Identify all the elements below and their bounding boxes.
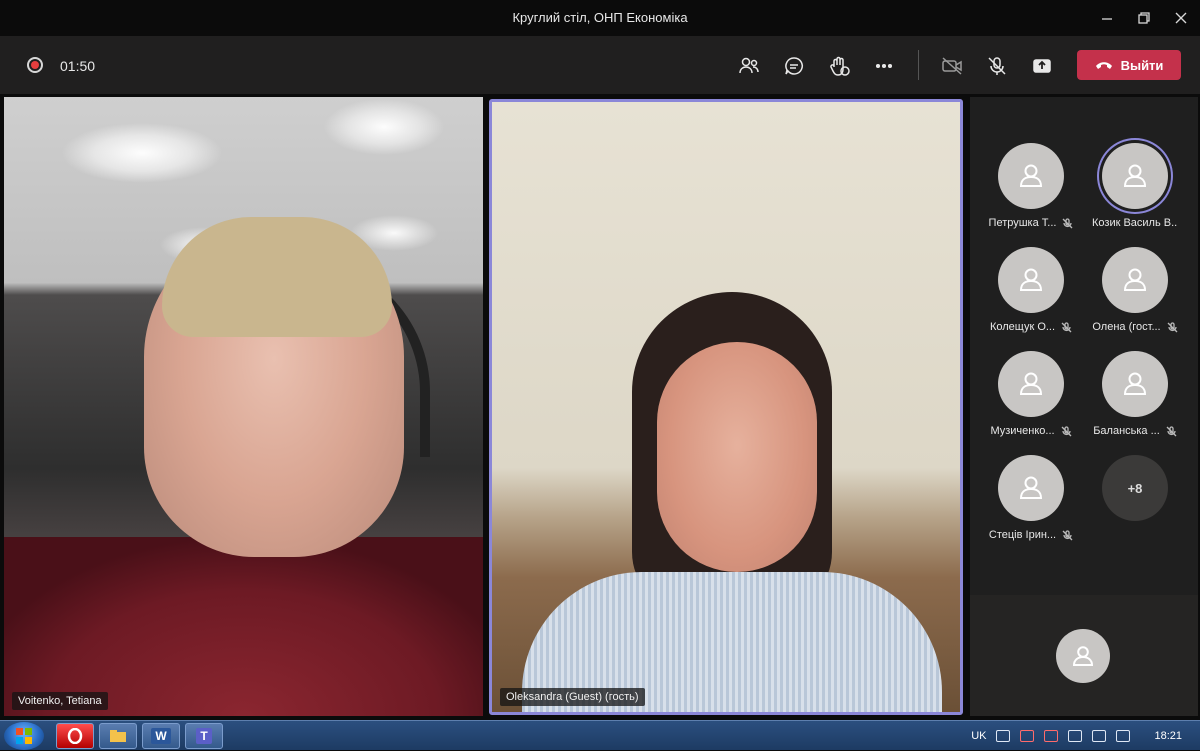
leave-button[interactable]: Выйти [1077, 50, 1181, 80]
person-icon [1019, 476, 1043, 499]
video-tile-oleksandra[interactable]: Oleksandra (Guest) (гость) [489, 99, 963, 715]
close-icon[interactable] [1168, 6, 1194, 30]
raise-hand-icon[interactable] [826, 52, 854, 80]
avatar [1102, 247, 1168, 313]
window-titlebar: Круглий стіл, ОНП Економіка [0, 0, 1200, 36]
avatar [1102, 143, 1168, 209]
camera-off-icon[interactable] [938, 52, 966, 80]
video-name-tag: Voitenko, Tetiana [12, 692, 108, 710]
start-button[interactable] [4, 722, 44, 750]
battery-icon[interactable] [1092, 730, 1107, 742]
participant-name: Колещук О... [989, 321, 1056, 333]
person-icon [1019, 164, 1043, 187]
opera-icon[interactable] [56, 723, 94, 749]
participant-tile[interactable]: Баланська ... [1083, 351, 1187, 437]
participants-icon[interactable] [735, 52, 763, 80]
avatar [1102, 351, 1168, 417]
mic-off-icon [1166, 425, 1177, 436]
participant-name: Музиченко... [990, 425, 1055, 437]
recording-icon [27, 57, 43, 73]
video-tile-voitenko[interactable]: Voitenko, Tetiana [4, 97, 483, 716]
participant-name: Олена (гост... [1092, 321, 1161, 333]
person-icon [1123, 268, 1147, 291]
teams-icon[interactable]: T [185, 723, 223, 749]
person-icon [1123, 164, 1147, 187]
meeting-toolbar: 01:50 Выйти [0, 36, 1200, 94]
more-participants-button[interactable]: +8 [1083, 455, 1187, 521]
video-figure [4, 537, 483, 716]
participant-tile[interactable]: Олена (гост... [1083, 247, 1187, 333]
self-view[interactable] [970, 595, 1198, 716]
avatar [998, 143, 1064, 209]
video-stage: Voitenko, Tetiana Oleksandra (Guest) (го… [0, 94, 1200, 720]
mic-off-icon [1167, 321, 1178, 332]
participant-tile[interactable]: Петрушка Т... [979, 143, 1083, 229]
person-icon [1019, 268, 1043, 291]
chat-icon[interactable] [780, 52, 808, 80]
video-name-tag: Oleksandra (Guest) (гость) [500, 688, 645, 706]
video-figure [657, 342, 817, 572]
participant-tile[interactable]: Стецiв Iрин... [979, 455, 1083, 541]
person-icon [1019, 372, 1043, 395]
mic-off-icon[interactable] [983, 52, 1011, 80]
participant-name: Стецiв Iрин... [988, 529, 1057, 541]
word-icon[interactable]: W [142, 723, 180, 749]
avatar [998, 351, 1064, 417]
network-icon[interactable] [1044, 730, 1059, 742]
mic-off-icon [1062, 217, 1073, 228]
signal-icon[interactable] [1068, 730, 1083, 742]
participant-name: Петрушка Т... [988, 217, 1057, 229]
leave-label: Выйти [1120, 57, 1164, 73]
language-indicator[interactable]: UK [971, 730, 986, 742]
toolbar-divider [918, 50, 919, 80]
participant-name: Козик Василь В... [1092, 217, 1178, 229]
restore-icon[interactable] [1131, 6, 1157, 30]
meeting-timer: 01:50 [60, 58, 96, 74]
windows-logo-icon [16, 728, 32, 744]
avatar [998, 247, 1064, 313]
keyboard-icon[interactable] [996, 730, 1011, 742]
windows-taskbar: W T UK 18:21 [0, 720, 1200, 750]
file-explorer-icon[interactable] [99, 723, 137, 749]
share-screen-icon[interactable] [1028, 52, 1056, 80]
volume-icon[interactable] [1116, 730, 1131, 742]
video-figure [162, 217, 392, 337]
person-icon [1123, 372, 1147, 395]
hang-up-icon [1095, 62, 1112, 69]
participant-tile[interactable]: Колещук О... [979, 247, 1083, 333]
more-participants-count: +8 [1102, 455, 1168, 521]
self-avatar [1056, 629, 1110, 683]
word-icon-label: W [151, 728, 171, 744]
teams-icon-label: T [196, 728, 212, 744]
person-icon [1072, 646, 1094, 666]
avatar [998, 455, 1064, 521]
system-tray: UK 18:21 [971, 721, 1192, 751]
participant-tile[interactable]: Козик Василь В... [1083, 143, 1187, 229]
mic-off-icon [1061, 425, 1072, 436]
participant-tile[interactable]: Музиченко... [979, 351, 1083, 437]
participant-name: Баланська ... [1093, 425, 1160, 437]
window-title: Круглий стіл, ОНП Економіка [512, 10, 688, 25]
participants-panel: Петрушка Т... Козик Василь В... Колещук … [970, 97, 1198, 716]
mic-off-icon [1062, 529, 1073, 540]
action-center-icon[interactable] [1020, 730, 1035, 742]
taskbar-clock[interactable]: 18:21 [1154, 730, 1182, 742]
more-options-icon[interactable] [870, 52, 898, 80]
mic-off-icon [1061, 321, 1072, 332]
minimize-icon[interactable] [1094, 6, 1120, 30]
